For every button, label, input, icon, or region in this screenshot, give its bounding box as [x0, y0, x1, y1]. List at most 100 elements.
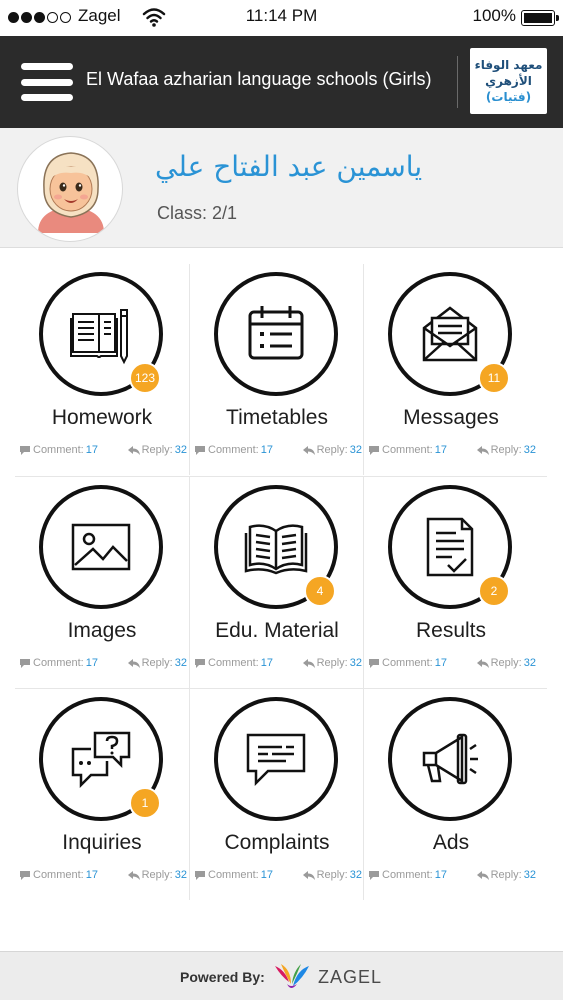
- reply-stat[interactable]: Reply: 32: [127, 657, 187, 669]
- comment-stat[interactable]: Comment: 17: [19, 444, 98, 456]
- comment-bubble-icon: [195, 658, 205, 668]
- comment-count: 17: [260, 657, 273, 669]
- comment-stat[interactable]: Comment: 17: [19, 657, 98, 669]
- header-divider: [457, 56, 458, 108]
- reply-arrow-icon: [127, 445, 140, 455]
- reply-label: Reply:: [141, 444, 173, 456]
- reply-label: Reply:: [490, 869, 522, 881]
- tile-inquiries[interactable]: 1 Inquiries Comment: 17 Reply: 32: [15, 689, 189, 900]
- open-book-icon: [244, 524, 308, 575]
- megaphone-icon: [422, 733, 478, 785]
- tile-stats: Comment: 17 Reply: 32: [194, 869, 362, 881]
- comment-label: Comment:: [208, 869, 259, 881]
- tile-icon-circle: [388, 697, 512, 821]
- comment-bubble-icon: [195, 870, 205, 880]
- school-title: El Wafaa azharian language schools (Girl…: [86, 69, 432, 89]
- reply-arrow-icon: [127, 658, 140, 668]
- reply-stat[interactable]: Reply: 32: [302, 657, 362, 669]
- comment-bubble-icon: [369, 658, 379, 668]
- student-class: Class: 2/1: [157, 203, 238, 223]
- comment-stat[interactable]: Comment: 17: [368, 869, 447, 881]
- count-badge: 1: [129, 787, 161, 819]
- reply-count: 32: [349, 869, 362, 881]
- reply-stat[interactable]: Reply: 32: [127, 869, 187, 881]
- reply-arrow-icon: [302, 658, 315, 668]
- tile-stats: Comment: 17 Reply: 32: [194, 444, 362, 456]
- tile-homework[interactable]: 123 Homework Comment: 17 Reply: 32: [15, 264, 189, 475]
- count-badge: 11: [478, 362, 510, 394]
- speech-bubble-icon: [246, 733, 306, 787]
- reply-stat[interactable]: Reply: 32: [302, 869, 362, 881]
- comment-label: Comment:: [33, 869, 84, 881]
- comment-count: 17: [85, 657, 98, 669]
- comment-count: 17: [85, 869, 98, 881]
- avatar[interactable]: [17, 136, 123, 242]
- reply-arrow-icon: [127, 870, 140, 880]
- reply-arrow-icon: [476, 658, 489, 668]
- comment-stat[interactable]: Comment: 17: [368, 444, 447, 456]
- tile-label: Ads: [432, 831, 470, 854]
- tile-ads[interactable]: Ads Comment: 17 Reply: 32: [363, 689, 537, 900]
- comment-bubble-icon: [20, 658, 30, 668]
- app-header: El Wafaa azharian language schools (Girl…: [0, 36, 563, 128]
- tile-images[interactable]: Images Comment: 17 Reply: 32: [15, 477, 189, 688]
- reply-label: Reply:: [490, 444, 522, 456]
- tile-complaints[interactable]: Complaints Comment: 17 Reply: 32: [189, 689, 363, 900]
- comment-count: 17: [85, 444, 98, 456]
- comment-stat[interactable]: Comment: 17: [194, 869, 273, 881]
- reply-label: Reply:: [316, 444, 348, 456]
- footer: Powered By: ZAGEL: [0, 951, 563, 1000]
- comment-count: 17: [434, 444, 447, 456]
- comment-bubble-icon: [195, 445, 205, 455]
- reply-stat[interactable]: Reply: 32: [476, 657, 536, 669]
- calendar-icon: [248, 306, 304, 360]
- comment-stat[interactable]: Comment: 17: [194, 657, 273, 669]
- school-logo-line: (فتيات): [485, 90, 532, 104]
- comment-stat[interactable]: Comment: 17: [19, 869, 98, 881]
- tile-edu-material[interactable]: 4 Edu. Material Comment: 17 Reply: 32: [189, 477, 363, 688]
- menu-bar-icon: [21, 94, 73, 101]
- tile-timetables[interactable]: Timetables Comment: 17 Reply: 32: [189, 264, 363, 475]
- tile-label: Results: [415, 619, 487, 642]
- hamburger-menu-button[interactable]: [21, 63, 73, 101]
- grid-row: 1 Inquiries Comment: 17 Reply: 32 Compla…: [15, 688, 547, 900]
- tile-results[interactable]: 2 Results Comment: 17 Reply: 32: [363, 477, 537, 688]
- reply-stat[interactable]: Reply: 32: [127, 444, 187, 456]
- reply-count: 32: [523, 444, 536, 456]
- reply-stat[interactable]: Reply: 32: [302, 444, 362, 456]
- tile-stats: Comment: 17 Reply: 32: [368, 657, 536, 669]
- reply-count: 32: [523, 869, 536, 881]
- student-name: ياسمين عبد الفتاح علي: [155, 150, 423, 183]
- reply-count: 32: [174, 444, 187, 456]
- comment-label: Comment:: [382, 657, 433, 669]
- comment-count: 17: [434, 869, 447, 881]
- reply-stat[interactable]: Reply: 32: [476, 869, 536, 881]
- tile-stats: Comment: 17 Reply: 32: [368, 444, 536, 456]
- comment-stat[interactable]: Comment: 17: [194, 444, 273, 456]
- reply-count: 32: [349, 657, 362, 669]
- menu-bar-icon: [21, 63, 73, 70]
- girl-avatar-icon: [38, 152, 104, 233]
- tile-label: Images: [67, 619, 137, 642]
- feature-grid: 123 Homework Comment: 17 Reply: 32 Timet…: [15, 264, 547, 900]
- reply-stat[interactable]: Reply: 32: [476, 444, 536, 456]
- tile-label: Messages: [403, 406, 499, 429]
- tile-messages[interactable]: 11 Messages Comment: 17 Reply: 32: [363, 264, 537, 475]
- envelope-icon: [422, 306, 478, 362]
- comment-count: 17: [260, 444, 273, 456]
- comment-stat[interactable]: Comment: 17: [368, 657, 447, 669]
- tile-stats: Comment: 17 Reply: 32: [368, 869, 536, 881]
- reply-arrow-icon: [302, 445, 315, 455]
- school-logo-line: معهد الوفاء: [474, 58, 543, 72]
- grid-row: Images Comment: 17 Reply: 32 4 Edu. Mate…: [15, 476, 547, 688]
- tile-icon-circle: [39, 485, 163, 609]
- comment-bubble-icon: [369, 445, 379, 455]
- comment-label: Comment:: [382, 444, 433, 456]
- tile-stats: Comment: 17 Reply: 32: [194, 657, 362, 669]
- count-badge: 2: [478, 575, 510, 607]
- reply-label: Reply:: [490, 657, 522, 669]
- tile-label: Timetables: [226, 406, 328, 429]
- comment-label: Comment:: [208, 657, 259, 669]
- reply-arrow-icon: [476, 445, 489, 455]
- reply-label: Reply:: [141, 657, 173, 669]
